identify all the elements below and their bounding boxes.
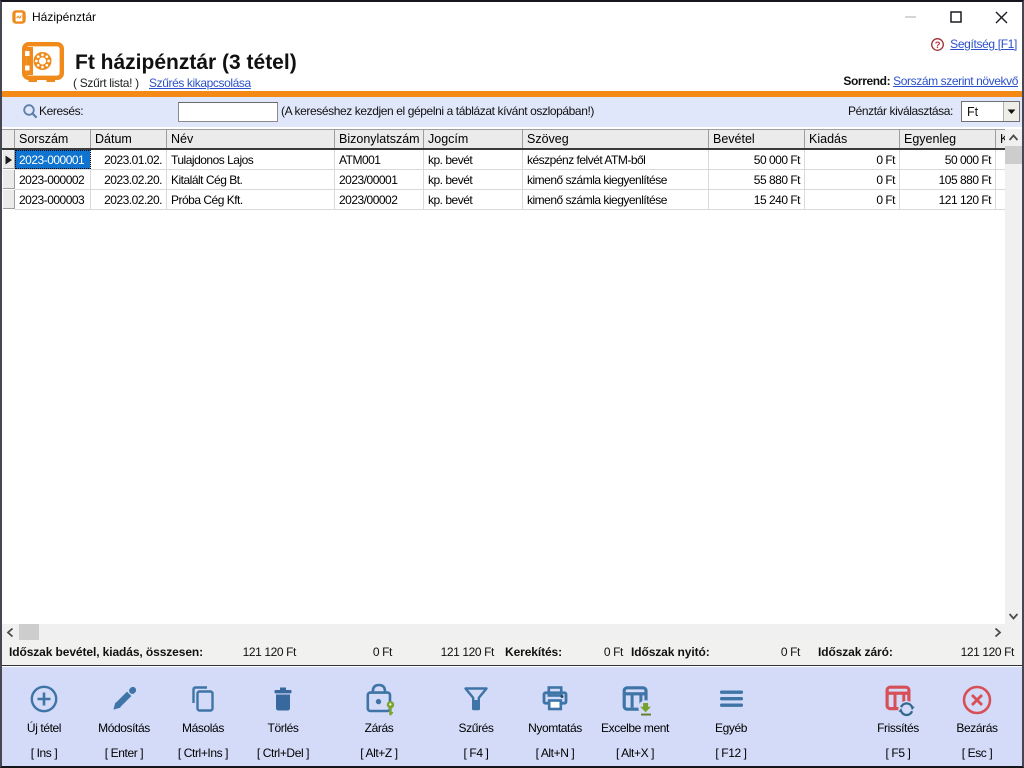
svg-text:?: ?: [935, 40, 941, 51]
